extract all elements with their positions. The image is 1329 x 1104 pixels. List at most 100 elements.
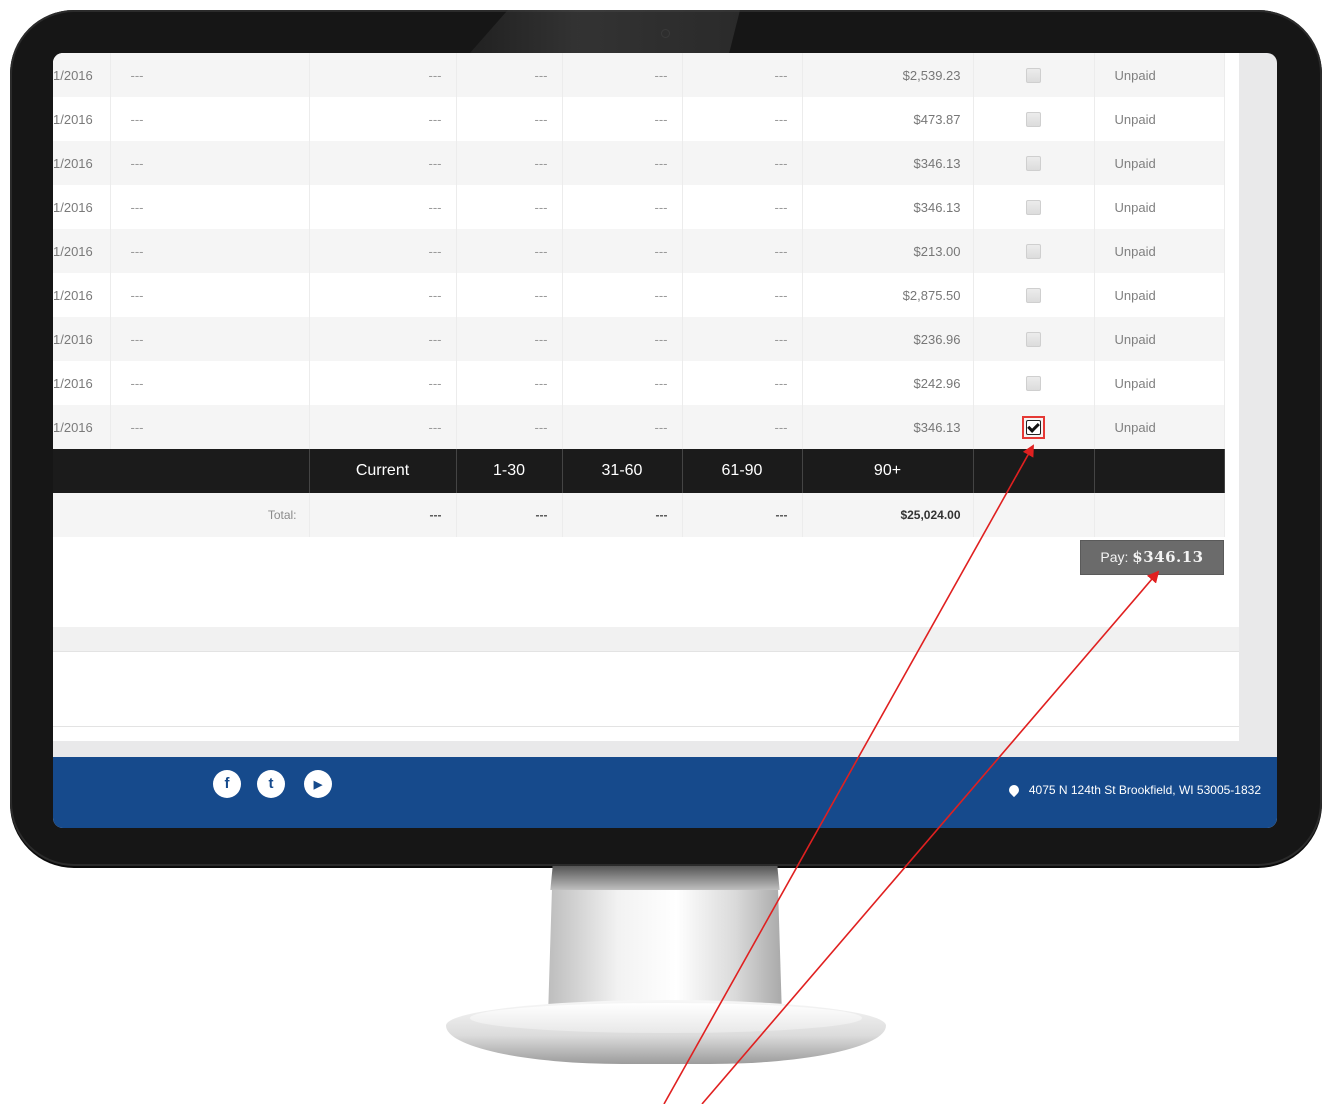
row-31-60: --- — [562, 317, 683, 361]
total-1-30: --- — [456, 493, 563, 537]
row-61-90: --- — [682, 361, 803, 405]
pay-button[interactable]: Pay: $346.13 — [1080, 540, 1224, 575]
row-1-30: --- — [456, 97, 563, 141]
row-select-cell — [973, 361, 1095, 405]
row-status: Unpaid — [1094, 273, 1225, 317]
row-select-cell — [973, 185, 1095, 229]
table-row: 1/2016 --- --- --- --- --- $2,875.50 Unpaid — [53, 273, 1225, 317]
total-empty — [1094, 493, 1225, 537]
row-select-cell — [973, 53, 1095, 97]
row-description: --- — [110, 97, 310, 141]
table-row: 1/2016 --- --- --- --- --- $346.13 Unpaid — [53, 141, 1225, 185]
row-description: --- — [110, 53, 310, 97]
row-status: Unpaid — [1094, 405, 1225, 449]
row-checkbox[interactable] — [1026, 68, 1041, 84]
invoice-table: 1/2016 --- --- --- --- --- $2,539.23 Unpaid 1/20… — [53, 53, 1225, 537]
row-current: --- — [309, 53, 457, 97]
row-amount: $213.00 — [802, 229, 974, 273]
aging-header-1-30: 1-30 — [456, 449, 563, 493]
row-31-60: --- — [562, 229, 683, 273]
row-1-30: --- — [456, 229, 563, 273]
row-31-60: --- — [562, 97, 683, 141]
row-61-90: --- — [682, 97, 803, 141]
total-label: Total: — [53, 493, 310, 537]
row-61-90: --- — [682, 141, 803, 185]
row-status: Unpaid — [1094, 97, 1225, 141]
lower-panel — [53, 651, 1239, 727]
table-row: 1/2016 --- --- --- --- --- $242.96 Unpaid — [53, 361, 1225, 405]
row-checkbox[interactable] — [1026, 332, 1041, 348]
aging-header-blank — [53, 449, 310, 493]
total-31-60: --- — [562, 493, 683, 537]
aging-header-row: Current 1-30 31-60 61-90 90+ — [53, 449, 1225, 493]
row-61-90: --- — [682, 53, 803, 97]
row-31-60: --- — [562, 141, 683, 185]
aging-header-empty — [973, 449, 1095, 493]
row-description: --- — [110, 273, 310, 317]
twitter-icon[interactable]: t — [257, 770, 285, 798]
section-divider — [53, 627, 1239, 651]
row-amount: $473.87 — [802, 97, 974, 141]
row-1-30: --- — [456, 53, 563, 97]
row-date: 1/2016 — [53, 405, 111, 449]
row-description: --- — [110, 405, 310, 449]
row-description: --- — [110, 361, 310, 405]
row-31-60: --- — [562, 361, 683, 405]
location-pin-icon — [1006, 782, 1021, 798]
row-61-90: --- — [682, 317, 803, 361]
row-date: 1/2016 — [53, 53, 111, 97]
row-status: Unpaid — [1094, 141, 1225, 185]
row-amount: $236.96 — [802, 317, 974, 361]
table-row: 1/2016 --- --- --- --- --- $213.00 Unpaid — [53, 229, 1225, 273]
row-select-cell — [973, 229, 1095, 273]
table-row: 1/2016 --- --- --- --- --- $473.87 Unpaid — [53, 97, 1225, 141]
row-status: Unpaid — [1094, 185, 1225, 229]
aging-header-current: Current — [309, 449, 457, 493]
row-1-30: --- — [456, 405, 563, 449]
aging-header-31-60: 31-60 — [562, 449, 683, 493]
table-row: 1/2016 --- --- --- --- --- $346.13 Unpaid — [53, 185, 1225, 229]
row-61-90: --- — [682, 185, 803, 229]
row-checkbox-checked[interactable] — [1026, 419, 1041, 435]
camera-icon — [662, 30, 669, 37]
row-date: 1/2016 — [53, 185, 111, 229]
row-amount: $346.13 — [802, 185, 974, 229]
row-select-cell — [973, 97, 1095, 141]
row-status: Unpaid — [1094, 361, 1225, 405]
row-description: --- — [110, 141, 310, 185]
row-checkbox[interactable] — [1026, 156, 1041, 172]
pay-button-amount: $346.13 — [1132, 548, 1204, 566]
invoice-panel: 1/2016 --- --- --- --- --- $2,539.23 Unpaid 1/20… — [53, 53, 1239, 741]
row-1-30: --- — [456, 317, 563, 361]
row-checkbox[interactable] — [1026, 244, 1041, 260]
row-31-60: --- — [562, 405, 683, 449]
row-amount: $242.96 — [802, 361, 974, 405]
row-current: --- — [309, 229, 457, 273]
row-checkbox[interactable] — [1026, 288, 1041, 304]
row-61-90: --- — [682, 229, 803, 273]
site-footer: f t ▶ 4075 N 124th St Brookfield, WI 530… — [53, 757, 1277, 828]
aging-header-61-90: 61-90 — [682, 449, 803, 493]
table-row: 1/2016 --- --- --- --- --- $346.13 Unpaid — [53, 405, 1225, 449]
row-description: --- — [110, 185, 310, 229]
row-amount: $346.13 — [802, 141, 974, 185]
row-date: 1/2016 — [53, 273, 111, 317]
bezel-reflection — [470, 10, 740, 53]
row-checkbox[interactable] — [1026, 200, 1041, 216]
row-status: Unpaid — [1094, 53, 1225, 97]
row-checkbox[interactable] — [1026, 376, 1041, 392]
total-sum: $25,024.00 — [802, 493, 974, 537]
total-row: Total: --- --- --- --- $25,024.00 — [53, 493, 1225, 537]
row-date: 1/2016 — [53, 229, 111, 273]
youtube-icon[interactable]: ▶ — [304, 770, 332, 798]
aging-header-empty — [1094, 449, 1225, 493]
facebook-icon[interactable]: f — [213, 770, 241, 798]
row-31-60: --- — [562, 53, 683, 97]
row-checkbox[interactable] — [1026, 112, 1041, 128]
row-1-30: --- — [456, 185, 563, 229]
row-date: 1/2016 — [53, 141, 111, 185]
row-date: 1/2016 — [53, 317, 111, 361]
row-date: 1/2016 — [53, 361, 111, 405]
row-current: --- — [309, 97, 457, 141]
monitor-base-top — [470, 1003, 862, 1033]
